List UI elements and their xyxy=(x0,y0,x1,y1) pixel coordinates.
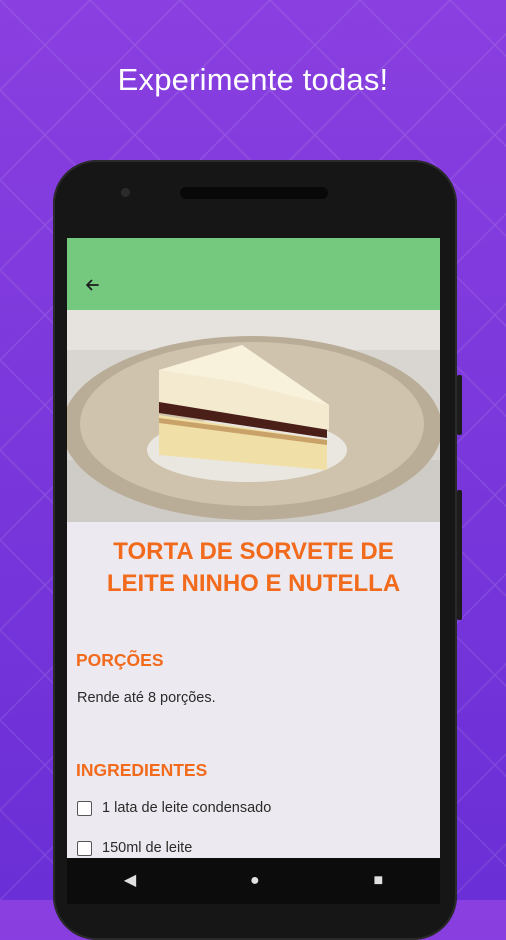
nav-recents-icon[interactable]: ■ xyxy=(373,873,383,889)
back-arrow-icon[interactable] xyxy=(81,274,103,296)
front-camera xyxy=(121,188,130,197)
promo-headline: Experimente todas! xyxy=(117,62,389,97)
ingredients-heading: INGREDIENTES xyxy=(76,760,208,780)
earpiece-speaker xyxy=(180,187,328,199)
portions-heading: PORÇÕES xyxy=(76,650,164,670)
app-bar xyxy=(67,238,440,310)
recipe-title-line-2: LEITE NINHO E NUTELLA xyxy=(106,570,401,597)
ingredient-label: 1 lata de leite condensado xyxy=(102,800,272,816)
volume-button xyxy=(457,375,462,435)
ingredient-checkbox[interactable] xyxy=(77,840,92,856)
ingredient-item[interactable]: 150ml de leite xyxy=(77,840,192,856)
ingredient-label: 150ml de leite xyxy=(102,840,193,856)
system-navigation-bar: ◀ ● ■ xyxy=(67,858,440,904)
ingredient-checkbox[interactable] xyxy=(77,800,92,816)
recipe-title-line-1: TORTA DE SORVETE DE xyxy=(113,538,394,565)
nav-back-icon[interactable]: ◀ xyxy=(124,873,136,889)
ingredient-item[interactable]: 1 lata de leite condensado xyxy=(77,800,271,816)
portions-text: Rende até 8 porções. xyxy=(77,690,216,706)
nav-home-icon[interactable]: ● xyxy=(250,873,260,889)
recipe-title: TORTA DE SORVETE DE LEITE NINHO E NUTELL… xyxy=(67,536,440,600)
app-screen: TORTA DE SORVETE DE LEITE NINHO E NUTELL… xyxy=(67,238,440,858)
phone-frame: TORTA DE SORVETE DE LEITE NINHO E NUTELL… xyxy=(53,160,462,940)
power-button xyxy=(457,490,462,620)
recipe-photo xyxy=(67,310,440,522)
